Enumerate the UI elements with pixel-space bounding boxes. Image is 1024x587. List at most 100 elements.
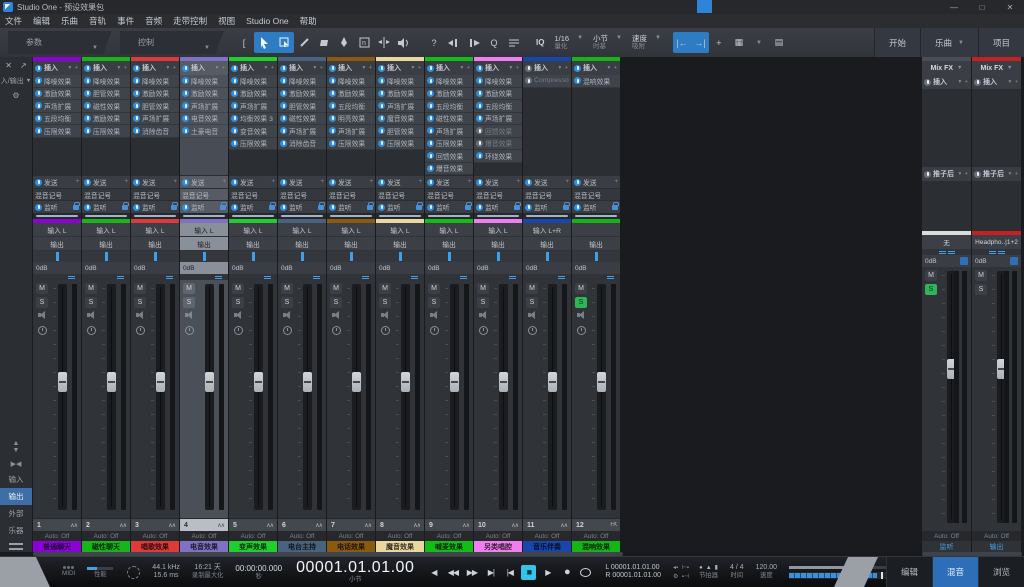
punch-in-icon[interactable] xyxy=(444,32,464,53)
menu-item[interactable]: 音轨 xyxy=(89,15,106,27)
output-button[interactable]: 输出 xyxy=(327,237,375,250)
chevron-add-icons[interactable]: ▾ + xyxy=(558,65,569,71)
insert-slot[interactable]: 电音效果 xyxy=(180,113,228,126)
power-icon[interactable] xyxy=(476,115,483,122)
power-icon[interactable] xyxy=(574,65,581,72)
solo-button[interactable]: S xyxy=(975,284,987,295)
automation-mode[interactable]: Auto: Off xyxy=(474,531,522,541)
volume-value[interactable]: 0dB xyxy=(134,265,146,272)
range-tool-icon[interactable] xyxy=(274,32,294,53)
channel-number[interactable]: 10∧∧ xyxy=(474,518,522,531)
insert-slot[interactable]: 降噪效果 xyxy=(327,75,375,88)
input-button[interactable] xyxy=(572,223,620,236)
insert-slot[interactable]: 五段均衡 xyxy=(425,100,473,113)
add-icon[interactable]: + xyxy=(124,179,128,185)
power-icon[interactable] xyxy=(133,65,140,72)
automation-mode[interactable]: Auto: Off xyxy=(82,531,130,541)
maximize-button[interactable]: □ xyxy=(968,0,996,14)
monitor-row[interactable]: 监听 xyxy=(327,200,375,213)
automation-mode[interactable]: Auto: Off xyxy=(425,531,473,541)
power-icon[interactable] xyxy=(378,102,385,109)
power-icon[interactable] xyxy=(231,179,238,186)
insert-slot[interactable]: 五段均衡 xyxy=(327,100,375,113)
mute-button[interactable]: M xyxy=(183,283,195,294)
add-icon[interactable]: + xyxy=(75,179,79,185)
insert-slot[interactable]: 声场扩展 xyxy=(131,113,179,126)
insert-slot[interactable]: 消除齿音 xyxy=(131,125,179,138)
channel-strip-6[interactable]: 插入▾ + 降噪效果激励效果胆管效果磁性效果声场扩展消除齿音 发送+ 混音记号 … xyxy=(278,57,326,552)
input-button[interactable]: 输入 L xyxy=(131,223,179,236)
inserts-header[interactable]: 插入▾ + xyxy=(327,61,375,75)
solo-button[interactable]: S xyxy=(232,297,244,308)
power-icon[interactable] xyxy=(182,90,189,97)
pan-control[interactable] xyxy=(572,251,620,262)
insert-slot[interactable]: 消除齿音 xyxy=(278,138,326,151)
channel-number[interactable]: 4∧∧ xyxy=(180,518,228,531)
channel-number[interactable]: 1∧∧ xyxy=(33,518,81,531)
postfader-header[interactable]: 推子后▾ + xyxy=(972,167,1021,181)
wrench-icon[interactable]: ⚙ xyxy=(12,91,19,100)
fader-handle[interactable] xyxy=(499,372,508,392)
snap-right-icon[interactable]: →| xyxy=(691,32,709,53)
channel-name[interactable]: 电话效果 xyxy=(327,541,375,552)
channel-number[interactable]: 12FX xyxy=(572,518,620,531)
mix-notation[interactable]: 混音记号 xyxy=(278,188,326,200)
mute-button[interactable]: M xyxy=(428,283,440,294)
knob-icon[interactable] xyxy=(185,326,194,335)
quantize-icon[interactable]: Q xyxy=(484,32,504,53)
add-icon[interactable]: + xyxy=(614,179,618,185)
listen-tool-icon[interactable]: n xyxy=(354,32,374,53)
power-icon[interactable] xyxy=(427,127,434,134)
auto-indicator[interactable] xyxy=(1010,257,1018,265)
power-icon[interactable] xyxy=(329,115,336,122)
sends-header[interactable]: 发送+ xyxy=(131,175,179,188)
insert-slot[interactable]: 降噪效果 xyxy=(33,75,81,88)
knob-icon[interactable] xyxy=(136,326,145,335)
power-icon[interactable] xyxy=(280,204,287,211)
add-icon[interactable]: + xyxy=(516,179,520,185)
power-icon[interactable] xyxy=(280,102,287,109)
chevron-add-icons[interactable]: ▾ + xyxy=(313,65,324,71)
channel-strip-1[interactable]: 插入▾ + 降噪效果激励效果声场扩展五段均衡压限效果 发送+ 混音记号 监听 输… xyxy=(33,57,81,552)
output-device-button[interactable]: 无 xyxy=(922,235,971,249)
chevron-add-icons[interactable]: ▾ + xyxy=(460,65,471,71)
power-icon[interactable] xyxy=(280,65,287,72)
power-icon[interactable] xyxy=(133,204,140,211)
volume-value[interactable]: 0dB xyxy=(183,265,195,272)
rail-nav-输出[interactable]: 输出 xyxy=(0,488,32,505)
input-button[interactable]: 输入 L xyxy=(278,223,326,236)
page-混音[interactable]: 混音 xyxy=(932,557,978,587)
insert-slot[interactable]: 压限效果 xyxy=(425,138,473,151)
solo-button[interactable]: S xyxy=(281,297,293,308)
channel-number[interactable]: 9∧∧ xyxy=(425,518,473,531)
power-icon[interactable] xyxy=(476,90,483,97)
monitor-row[interactable]: 监听 xyxy=(572,200,620,213)
metronome-controls[interactable]: ●▲▮ 节拍器 xyxy=(699,565,718,579)
fader-handle[interactable] xyxy=(401,372,410,392)
power-icon[interactable] xyxy=(84,115,91,122)
power-icon[interactable] xyxy=(476,127,483,134)
loop-range[interactable]: L 00001.01.01.00 R 00001.01.01.00 xyxy=(605,564,661,581)
hamburger-icon[interactable] xyxy=(9,543,23,550)
insert-slot[interactable]: 降噪效果 xyxy=(376,75,424,88)
power-icon[interactable] xyxy=(182,77,189,84)
add-icon[interactable]: + xyxy=(565,179,569,185)
power-icon[interactable] xyxy=(378,140,385,147)
mute-button[interactable]: M xyxy=(232,283,244,294)
insert-slot[interactable]: 爆音效果 xyxy=(425,163,473,176)
output-device-button[interactable]: Headpho..|1+2 xyxy=(972,235,1021,249)
add-icon[interactable]: + xyxy=(173,179,177,185)
power-icon[interactable] xyxy=(476,140,483,147)
mute-button[interactable]: M xyxy=(85,283,97,294)
power-icon[interactable] xyxy=(84,65,91,72)
fader-handle[interactable] xyxy=(107,372,116,392)
inserts-header[interactable]: 插入▾ + xyxy=(972,75,1021,89)
rail-nav-输入[interactable]: 输入 xyxy=(0,471,32,488)
automation-mode[interactable]: Auto: Off xyxy=(327,531,375,541)
fader-handle[interactable] xyxy=(156,372,165,392)
channel-number[interactable]: 2∧∧ xyxy=(82,518,130,531)
fader[interactable] xyxy=(156,284,165,510)
knob-icon[interactable] xyxy=(38,326,47,335)
power-icon[interactable] xyxy=(182,127,189,134)
mix-notation[interactable]: 混音记号 xyxy=(229,188,277,200)
